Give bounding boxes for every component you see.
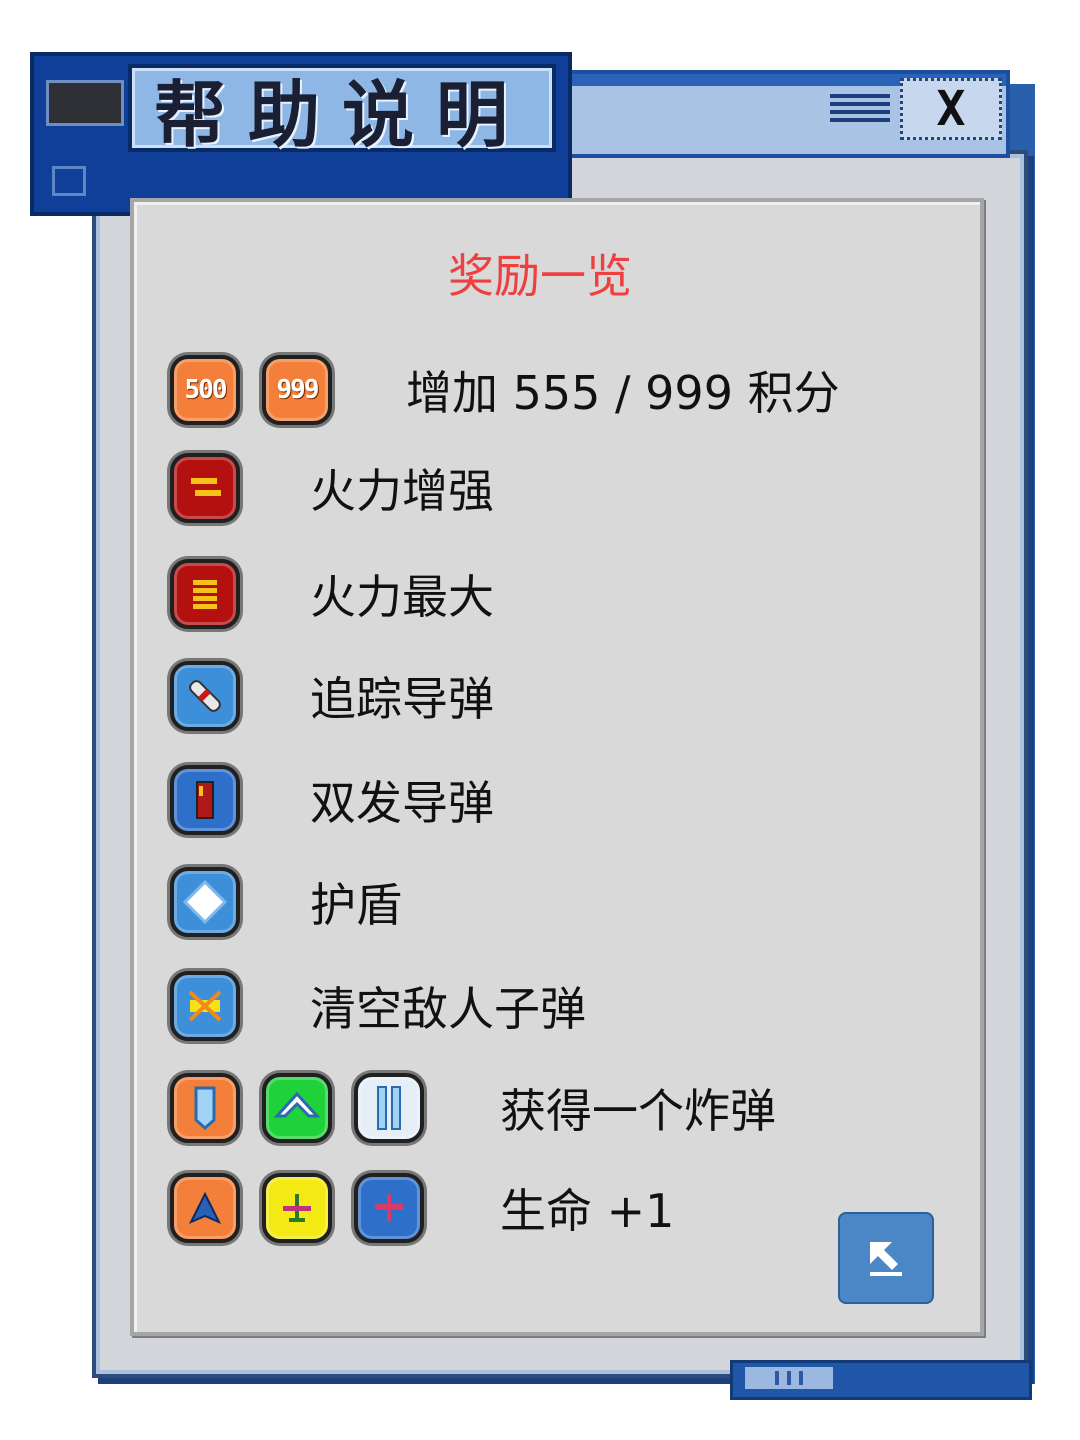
clear-bullets-icon	[170, 971, 240, 1041]
circuit-icon	[52, 166, 86, 196]
reward-label: 火力增强	[310, 464, 494, 518]
title-plate: 帮助说明	[128, 64, 556, 157]
reward-row-double-missile: 双发导弹	[170, 760, 494, 840]
reward-row-score: 500 999 增加 555 / 999 积分	[170, 350, 840, 430]
homing-missile-icon	[170, 661, 240, 731]
reward-label: 追踪导弹	[310, 672, 494, 726]
window-bottom-decoration	[730, 1360, 1032, 1400]
firepower-max-icon	[170, 559, 240, 629]
close-button[interactable]: X	[900, 78, 1002, 140]
bomb-orange-icon	[170, 1073, 240, 1143]
reward-row-firepower-max: 火力最大	[170, 554, 494, 634]
firepower-up-icon	[170, 453, 240, 523]
life-orange-icon	[170, 1173, 240, 1243]
back-button[interactable]	[838, 1212, 934, 1304]
window-menu-icon	[46, 80, 124, 126]
reward-label: 生命 +1	[500, 1184, 675, 1238]
bomb-white-icon	[354, 1073, 424, 1143]
reward-label: 护盾	[310, 878, 402, 932]
reward-row-homing-missile: 追踪导弹	[170, 656, 494, 736]
score-500-icon: 500	[170, 355, 240, 425]
life-blue-icon	[354, 1173, 424, 1243]
close-icon: X	[936, 81, 966, 137]
arrow-up-left-icon	[870, 1242, 902, 1276]
reward-row-firepower-up: 火力增强	[170, 448, 494, 528]
score-999-icon: 999	[262, 355, 332, 425]
grip-icon	[830, 90, 890, 134]
reward-label: 获得一个炸弹	[500, 1084, 776, 1138]
double-missile-icon	[170, 765, 240, 835]
shield-icon	[170, 867, 240, 937]
reward-row-bomb: 获得一个炸弹	[170, 1068, 776, 1148]
reward-label: 火力最大	[310, 570, 494, 624]
life-yellow-icon	[262, 1173, 332, 1243]
title-tab: 帮助说明	[30, 52, 572, 216]
rewards-heading: 奖励一览	[448, 249, 632, 303]
reward-label: 增加 555 / 999 积分	[406, 366, 840, 420]
window-title: 帮助说明	[153, 72, 530, 157]
bomb-green-icon	[262, 1073, 332, 1143]
reward-row-clear-bullets: 清空敌人子弹	[170, 966, 586, 1046]
reward-label: 清空敌人子弹	[310, 982, 586, 1036]
reward-row-life: 生命 +1	[170, 1168, 674, 1248]
reward-label: 双发导弹	[310, 776, 494, 830]
reward-row-shield: 护盾	[170, 862, 402, 942]
